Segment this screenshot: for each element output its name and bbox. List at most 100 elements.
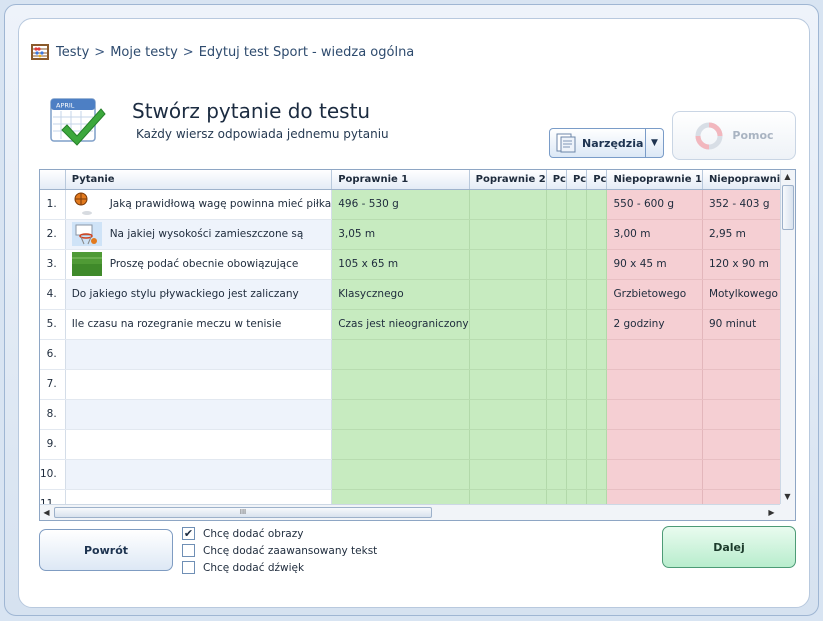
correct-answer-cell[interactable] [469, 219, 547, 250]
correct-answer-cell[interactable] [469, 309, 547, 340]
checkbox-advanced-text[interactable] [182, 544, 195, 557]
correct-answer-cell[interactable]: 105 x 65 m [331, 249, 470, 280]
incorrect-answer-cell[interactable] [606, 399, 703, 430]
scroll-down-icon[interactable]: ▼ [781, 490, 794, 503]
correct-answer-cell[interactable] [566, 369, 588, 400]
correct-answer-cell[interactable] [586, 339, 608, 370]
correct-answer-cell[interactable] [469, 489, 547, 504]
correct-answer-cell[interactable] [469, 189, 547, 220]
correct-answer-cell[interactable]: Czas jest nieograniczony [331, 309, 470, 340]
scroll-left-icon[interactable]: ◀ [40, 506, 53, 519]
correct-answer-cell[interactable] [469, 459, 547, 490]
breadcrumb-my-tests[interactable]: Moje testy [110, 45, 178, 60]
question-cell[interactable] [65, 339, 333, 370]
correct-answer-cell[interactable] [331, 399, 470, 430]
correct-answer-cell[interactable] [566, 219, 588, 250]
incorrect-answer-cell[interactable] [702, 459, 780, 490]
correct-answer-cell[interactable] [469, 249, 547, 280]
incorrect-answer-cell[interactable] [702, 339, 780, 370]
correct-answer-cell[interactable] [586, 429, 608, 460]
incorrect-answer-cell[interactable]: Motylkowego [702, 279, 780, 310]
incorrect-answer-cell[interactable] [606, 489, 703, 504]
table-row[interactable]: 9. [40, 429, 780, 460]
table-row[interactable]: 10. [40, 459, 780, 490]
correct-answer-cell[interactable] [546, 369, 567, 400]
correct-answer-cell[interactable] [546, 189, 567, 220]
correct-answer-cell[interactable] [331, 459, 470, 490]
correct-answer-cell[interactable]: Klasycznego [331, 279, 470, 310]
table-row[interactable]: 11. [40, 489, 780, 504]
scroll-right-icon[interactable]: ▶ [765, 506, 778, 519]
correct-answer-cell[interactable] [566, 339, 588, 370]
vertical-scroll-thumb[interactable] [782, 185, 794, 230]
correct-answer-cell[interactable] [566, 279, 588, 310]
correct-answer-cell[interactable] [586, 249, 608, 280]
correct-answer-cell[interactable] [469, 279, 547, 310]
incorrect-answer-cell[interactable]: 352 - 403 g [702, 189, 780, 220]
correct-answer-cell[interactable] [566, 489, 588, 504]
column-header[interactable]: Niepoprawnie 1 [606, 170, 703, 190]
correct-answer-cell[interactable] [331, 369, 470, 400]
chevron-down-icon[interactable]: ▼ [645, 129, 663, 157]
table-row[interactable]: 4. Do jakiego stylu pływackiego jest zali… [40, 279, 780, 310]
correct-answer-cell[interactable] [586, 369, 608, 400]
correct-answer-cell[interactable] [469, 339, 547, 370]
question-cell[interactable]: Proszę podać obecnie obowiązujące [65, 249, 333, 280]
question-cell[interactable] [65, 399, 333, 430]
option-images[interactable]: ✔ Chcę dodać obrazy [182, 525, 377, 542]
football-pitch-thumbnail[interactable] [71, 252, 102, 276]
column-header[interactable]: Pc [586, 170, 608, 190]
incorrect-answer-cell[interactable]: 2,95 m [702, 219, 780, 250]
incorrect-answer-cell[interactable] [702, 429, 780, 460]
correct-answer-cell[interactable] [546, 489, 567, 504]
correct-answer-cell[interactable] [546, 429, 567, 460]
breadcrumb-tests[interactable]: Testy [56, 45, 89, 60]
option-sound[interactable]: Chcę dodać dźwięk [182, 559, 377, 576]
question-cell[interactable] [65, 429, 333, 460]
correct-answer-cell[interactable] [546, 219, 567, 250]
incorrect-answer-cell[interactable] [702, 399, 780, 430]
tools-button[interactable]: Narzędzia ▼ [549, 128, 664, 158]
question-cell[interactable]: Do jakiego stylu pływackiego jest zalicz… [65, 279, 333, 310]
correct-answer-cell[interactable]: 3,05 m [331, 219, 470, 250]
column-header[interactable]: Pc [566, 170, 588, 190]
help-button[interactable]: Pomoc [672, 111, 796, 160]
question-cell[interactable] [65, 369, 333, 400]
incorrect-answer-cell[interactable]: 90 x 45 m [606, 249, 703, 280]
incorrect-answer-cell[interactable] [606, 369, 703, 400]
correct-answer-cell[interactable] [566, 309, 588, 340]
correct-answer-cell[interactable] [566, 399, 588, 430]
correct-answer-cell[interactable] [546, 309, 567, 340]
next-button[interactable]: Dalej [662, 526, 796, 568]
correct-answer-cell[interactable] [331, 489, 470, 504]
incorrect-answer-cell[interactable]: Grzbietowego [606, 279, 703, 310]
correct-answer-cell[interactable] [469, 369, 547, 400]
checkbox-images[interactable]: ✔ [182, 527, 195, 540]
correct-answer-cell[interactable] [566, 429, 588, 460]
incorrect-answer-cell[interactable] [606, 429, 703, 460]
correct-answer-cell[interactable] [546, 399, 567, 430]
column-header[interactable]: Pytanie [65, 170, 333, 190]
incorrect-answer-cell[interactable] [702, 489, 780, 504]
correct-answer-cell[interactable]: 496 - 530 g [331, 189, 470, 220]
incorrect-answer-cell[interactable]: 90 minut [702, 309, 780, 340]
correct-answer-cell[interactable] [586, 489, 608, 504]
correct-answer-cell[interactable] [546, 459, 567, 490]
incorrect-answer-cell[interactable] [702, 369, 780, 400]
table-row[interactable]: 1. Jaką prawidłową wagę powinna mieć piłk… [40, 189, 780, 220]
correct-answer-cell[interactable] [586, 279, 608, 310]
correct-answer-cell[interactable] [566, 249, 588, 280]
correct-answer-cell[interactable] [566, 189, 588, 220]
vertical-scrollbar[interactable]: ▲ ▼ [780, 170, 795, 504]
option-advanced-text[interactable]: Chcę dodać zaawansowany tekst [182, 542, 377, 559]
incorrect-answer-cell[interactable]: 550 - 600 g [606, 189, 703, 220]
question-cell[interactable] [65, 459, 333, 490]
column-header[interactable]: Poprawnie 1 [331, 170, 470, 190]
incorrect-answer-cell[interactable] [606, 339, 703, 370]
incorrect-answer-cell[interactable]: 2 godziny [606, 309, 703, 340]
table-row[interactable]: 2. Na jakiej wysokości zamieszczone są 3,0… [40, 219, 780, 250]
scroll-up-icon[interactable]: ▲ [781, 170, 794, 183]
correct-answer-cell[interactable] [546, 339, 567, 370]
correct-answer-cell[interactable] [566, 459, 588, 490]
correct-answer-cell[interactable] [331, 339, 470, 370]
